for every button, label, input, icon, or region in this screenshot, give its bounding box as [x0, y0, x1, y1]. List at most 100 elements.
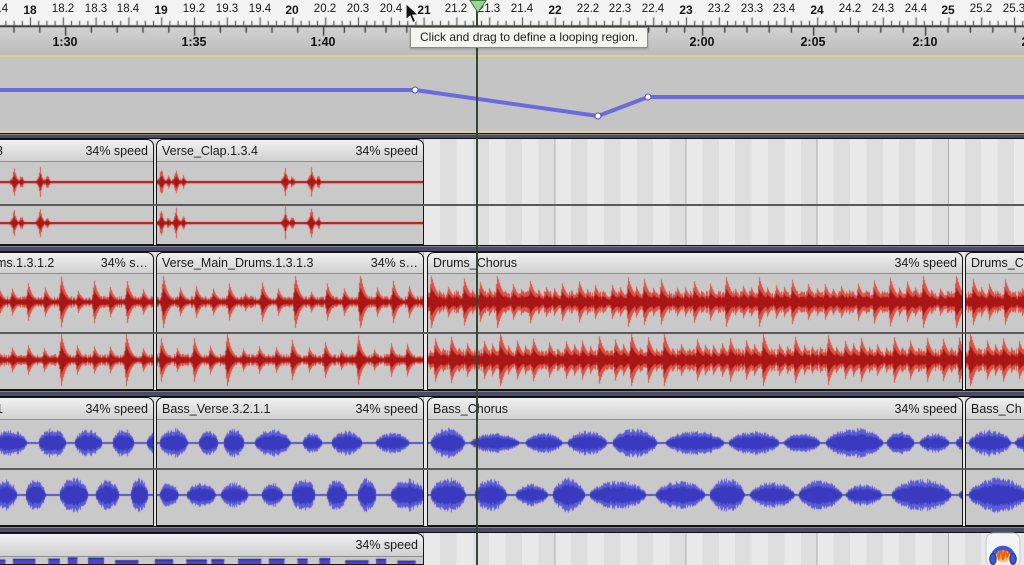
- beat-label: 20.4: [380, 3, 402, 15]
- channel-divider: [0, 468, 1024, 470]
- audacity-track-area: 17.41818.218.318.41919.219.319.42020.220…: [0, 0, 1024, 565]
- bottom-track[interactable]: 34% speed: [0, 533, 1024, 565]
- drums-clip[interactable]: ms.1.3.1.2 34% s…: [0, 252, 154, 390]
- waveform: [0, 557, 423, 564]
- playhead-line: [476, 0, 478, 565]
- clip-title-bar[interactable]: Verse_Main_Drums.1.3.1.3 34% s…: [157, 253, 423, 274]
- channel-divider: [0, 204, 1024, 206]
- beat-label: 24.4: [905, 3, 927, 15]
- waveform: [0, 162, 153, 244]
- waveform: [428, 420, 962, 525]
- playhead-triangle-icon[interactable]: [469, 0, 487, 14]
- waveform: [966, 420, 1024, 525]
- audacity-logo-icon: [985, 532, 1021, 565]
- clap-clip[interactable]: 334% speed: [0, 139, 154, 245]
- beat-label: 25.2: [970, 3, 992, 15]
- clip-title-bar[interactable]: Bass_Ch: [966, 398, 1024, 420]
- clip-name: Bass_Chorus: [433, 402, 508, 416]
- beat-label: 22.4: [642, 3, 664, 15]
- clip-name: Bass_Ch: [971, 402, 1022, 416]
- drums-clip[interactable]: Drums_Chorus 34% speed: [427, 252, 963, 390]
- clip-name: 1: [0, 402, 3, 416]
- beat-label: 19.3: [216, 3, 238, 15]
- bass-clip[interactable]: Bass_Chorus34% speed: [427, 397, 963, 526]
- clip-speed-label: 34% speed: [355, 402, 418, 416]
- beat-label: 23.4: [773, 3, 795, 15]
- waveform: [157, 162, 423, 244]
- time-label: 2:00: [689, 35, 714, 49]
- beat-label: 25: [941, 3, 954, 17]
- focused-track-border-top: [0, 55, 1024, 57]
- beat-label: 19.4: [249, 3, 271, 15]
- beat-label: 21.4: [511, 3, 533, 15]
- drums-track[interactable]: ms.1.3.1.234% s…Verse_Main_Drums.1.3.1.3…: [0, 252, 1024, 390]
- clip-speed-label: 34% speed: [85, 402, 148, 416]
- time-label: 1:30: [52, 35, 77, 49]
- time-label: 2:10: [912, 35, 937, 49]
- beat-label: 24: [810, 3, 823, 17]
- clip-speed-label: 34% speed: [355, 538, 418, 552]
- envelope-control-point[interactable]: [645, 94, 651, 100]
- track-separator[interactable]: [0, 245, 1024, 252]
- beat-label: 24.3: [872, 3, 894, 15]
- bottom-clip[interactable]: 34% speed: [0, 533, 424, 565]
- beat-label: 17.4: [0, 3, 8, 15]
- clip-name: Drums_C: [971, 256, 1024, 270]
- bass-clip[interactable]: Bass_Verse.3.2.1.1 34% speed: [156, 397, 424, 526]
- clip-speed-label: 34% s…: [371, 256, 418, 270]
- drums-clip[interactable]: Verse_Main_Drums.1.3.1.3 34% s…: [156, 252, 424, 390]
- beat-label: 19.2: [183, 3, 205, 15]
- beat-label: 18: [23, 3, 36, 17]
- clip-speed-label: 34% speed: [355, 144, 418, 158]
- clip-title-bar[interactable]: Bass_Verse.3.2.1.1 34% speed: [157, 398, 423, 420]
- waveform: [157, 420, 423, 525]
- volume-envelope-line[interactable]: [0, 90, 1024, 116]
- clip-title-bar[interactable]: 34% speed: [0, 534, 423, 557]
- beat-label: 18.3: [85, 3, 107, 15]
- beat-label: 18.4: [117, 3, 139, 15]
- bass-clip[interactable]: 1 34% speed: [0, 397, 154, 526]
- clip-title-bar[interactable]: Bass_Chorus34% speed: [428, 398, 962, 420]
- beat-label: 21.2: [445, 3, 467, 15]
- tooltip: Click and drag to define a looping regio…: [410, 27, 648, 48]
- clip-title-bar[interactable]: Drums_Chorus 34% speed: [428, 253, 962, 274]
- waveform: [0, 420, 153, 525]
- drums-clip[interactable]: Drums_C: [965, 252, 1024, 390]
- clip-name: Drums_Chorus: [433, 256, 517, 270]
- track-separator[interactable]: [0, 390, 1024, 397]
- clip-name: Bass_Verse.3.2.1.1: [162, 402, 270, 416]
- beat-label: 20: [285, 3, 298, 17]
- bass-track[interactable]: 134% speedBass_Verse.3.2.1.134% speedBas…: [0, 397, 1024, 526]
- clip-name: ms.1.3.1.2: [0, 256, 54, 270]
- beat-label: 24.2: [839, 3, 861, 15]
- clip-title-bar[interactable]: ms.1.3.1.2 34% s…: [0, 253, 153, 274]
- time-label: 1:40: [310, 35, 335, 49]
- envelope-control-point[interactable]: [412, 87, 418, 93]
- track-separator[interactable]: [0, 526, 1024, 533]
- clip-speed-label: 34% speed: [894, 256, 957, 270]
- clip-speed-label: 34% s…: [101, 256, 148, 270]
- beat-label: 25.3: [1003, 3, 1024, 15]
- clip-name: Verse_Main_Drums.1.3.1.3: [162, 256, 313, 270]
- clip-title-bar[interactable]: Verse_Clap.1.3.434% speed: [157, 140, 423, 162]
- clip-title-bar[interactable]: 1 34% speed: [0, 398, 153, 420]
- time-label: 2:05: [800, 35, 825, 49]
- clip-title-bar[interactable]: 334% speed: [0, 140, 153, 162]
- beat-label: 23.3: [741, 3, 763, 15]
- beat-label: 23: [679, 3, 692, 17]
- beat-label: 22.3: [609, 3, 631, 15]
- clap-clip[interactable]: Verse_Clap.1.3.434% speed: [156, 139, 424, 245]
- envelope-control-point[interactable]: [595, 113, 601, 119]
- envelope-time-track[interactable]: [0, 57, 1024, 131]
- beat-label: 22: [548, 3, 561, 17]
- clap-track[interactable]: 334% speedVerse_Clap.1.3.434% speed: [0, 139, 1024, 245]
- beat-label: 20.2: [314, 3, 336, 15]
- bass-clip[interactable]: Bass_Ch: [965, 397, 1024, 526]
- clip-title-bar[interactable]: Drums_C: [966, 253, 1024, 274]
- beat-label: 20.3: [347, 3, 369, 15]
- beat-label: 22.2: [577, 3, 599, 15]
- beat-label: 23.2: [708, 3, 730, 15]
- track-separator[interactable]: [0, 133, 1024, 139]
- time-label: 1:35: [181, 35, 206, 49]
- tooltip-text: Click and drag to define a looping regio…: [420, 30, 638, 44]
